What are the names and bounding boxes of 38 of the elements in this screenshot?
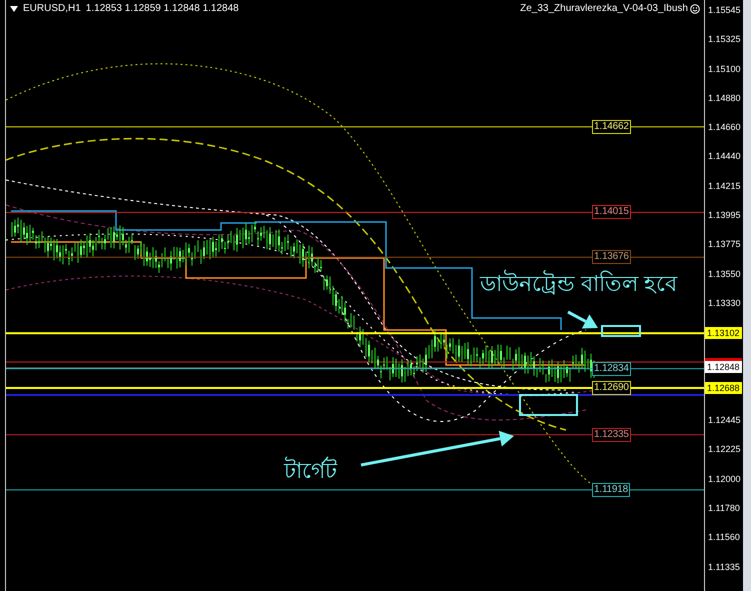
annotation-arrow xyxy=(567,310,598,328)
price-level-label: 1.13676 xyxy=(592,250,631,264)
smiley-icon xyxy=(690,4,700,14)
price-marker: 1.13102 xyxy=(705,327,742,340)
axis-tick-label: 1.11560 xyxy=(708,531,740,544)
scrollbar[interactable] xyxy=(743,0,751,591)
axis-tick-label: 1.13775 xyxy=(708,238,741,250)
target-zone-box xyxy=(601,325,641,337)
axis-tick-label: 1.13330 xyxy=(708,297,741,310)
annotation-text: টার্গেট xyxy=(284,456,337,485)
axis-tick-label: 1.13995 xyxy=(708,209,741,222)
price-marker: 1.12688 xyxy=(705,382,742,394)
axis-tick-label: 1.11335 xyxy=(708,560,740,573)
axis-tick-label: 1.14215 xyxy=(708,180,741,192)
price-marker: 1.12848 xyxy=(705,358,742,373)
price-level-label: 1.12690 xyxy=(592,380,631,395)
price-level-label: 1.14662 xyxy=(592,120,631,134)
axis-tick-label: 1.12225 xyxy=(708,443,741,456)
price-level-label: 1.14015 xyxy=(592,205,631,220)
symbol-label: EURUSD,H1 xyxy=(23,3,81,14)
axis-tick-label: 1.11780 xyxy=(708,502,740,514)
price-level-label: 1.12834 xyxy=(592,362,631,376)
annotation-text: ডাউনট্রেন্ড বাতিল হবে xyxy=(480,268,678,298)
axis-tick-label: 1.15545 xyxy=(708,4,741,16)
axis-tick-label: 1.14660 xyxy=(708,121,741,134)
price-level-label: 1.11918 xyxy=(592,482,630,497)
ohlc-prices: 1.12853 1.12859 1.12848 1.12848 xyxy=(86,3,239,14)
dropdown-icon[interactable] xyxy=(10,6,18,12)
axis-tick-label: 1.15100 xyxy=(708,62,741,75)
axis-tick-label: 1.14440 xyxy=(708,150,741,162)
price-level-label: 1.12335 xyxy=(592,428,631,442)
axis-tick-label: 1.14880 xyxy=(708,92,741,104)
indicator-name: Ze_33_Zhuravlerezka_V-04-03_Ibush xyxy=(520,3,688,14)
axis-tick-label: 1.12000 xyxy=(708,473,741,485)
axis-tick-label: 1.12445 xyxy=(708,414,741,426)
axis-tick-label: 1.13550 xyxy=(708,268,741,280)
axis-tick-label: 1.15325 xyxy=(708,33,741,46)
target-zone-box xyxy=(519,394,578,416)
